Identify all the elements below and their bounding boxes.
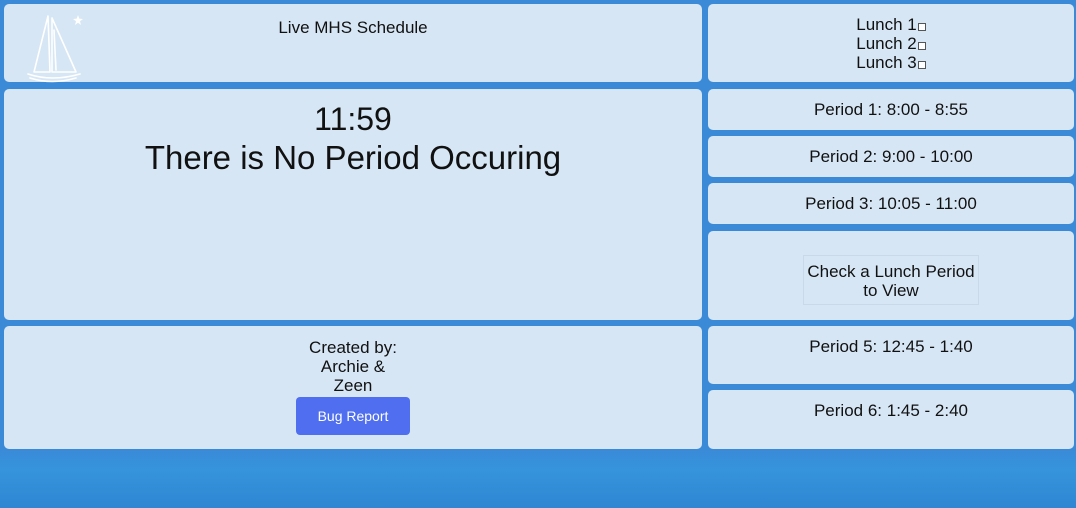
lunch-2-checkbox[interactable] (917, 42, 926, 50)
lunch-1-checkbox[interactable] (917, 23, 926, 31)
period-2-card: Period 2: 9:00 - 10:00 (708, 136, 1074, 177)
credits-author-1: Archie & (320, 357, 386, 376)
period-6-card: Period 6: 1:45 - 2:40 (708, 390, 1074, 449)
lunch-prompt-line-1: Check a Lunch Period (807, 262, 975, 281)
lunch-option-label: Lunch 3 (856, 53, 917, 72)
lunch-prompt-line-2: to View (863, 281, 919, 300)
current-period-status: There is No Period Occuring (144, 139, 562, 176)
current-time: 11:59 (314, 101, 392, 137)
lunch-3-checkbox[interactable] (917, 61, 926, 69)
lunch-select-panel: Lunch 1 Lunch 2 Lunch 3 (708, 4, 1074, 82)
lunch-option-label: Lunch 1 (856, 15, 917, 34)
lunch-option-2[interactable]: Lunch 2 (708, 34, 1074, 53)
period-2-label: Period 2: 9:00 - 10:00 (809, 147, 973, 166)
period-1-label: Period 1: 8:00 - 8:55 (813, 100, 969, 119)
lunch-period-prompt: Check a Lunch Period to View (803, 255, 979, 305)
current-status-panel: 11:59 There is No Period Occuring (4, 89, 702, 320)
lunch-option-list: Lunch 1 Lunch 2 Lunch 3 (708, 15, 1074, 72)
period-6-label: Period 6: 1:45 - 2:40 (813, 401, 969, 420)
credits-heading: Created by: (309, 338, 397, 357)
period-5-card: Period 5: 12:45 - 1:40 (708, 326, 1074, 384)
credits-text: Created by: Archie & Zeen (4, 338, 702, 395)
lunch-option-1[interactable]: Lunch 1 (708, 15, 1074, 34)
lunch-option-3[interactable]: Lunch 3 (708, 53, 1074, 72)
page-title: Live MHS Schedule (278, 18, 428, 37)
bug-report-button[interactable]: Bug Report (296, 397, 410, 435)
header-panel: Live MHS Schedule (4, 4, 702, 83)
period-3-card: Period 3: 10:05 - 11:00 (708, 183, 1074, 224)
period-5-label: Period 5: 12:45 - 1:40 (809, 337, 973, 356)
lunch-option-label: Lunch 2 (856, 34, 917, 53)
lunch-period-card: Check a Lunch Period to View (708, 231, 1074, 320)
credits-author-2: Zeen (333, 376, 373, 395)
period-3-label: Period 3: 10:05 - 11:00 (805, 194, 977, 213)
period-1-card: Period 1: 8:00 - 8:55 (708, 89, 1074, 130)
